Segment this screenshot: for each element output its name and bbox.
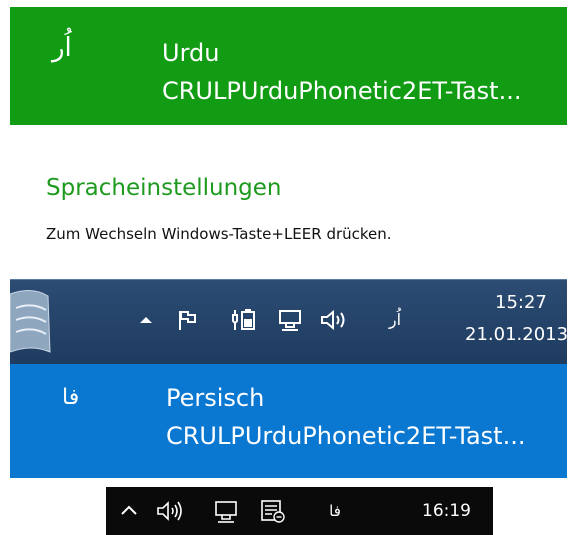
language-item-urdu[interactable]: اُر Urdu CRULPUrduPhonetic2ET-Tast... — [10, 7, 567, 125]
chevron-up-icon[interactable] — [116, 498, 142, 524]
input-language-indicator[interactable]: اُر — [380, 308, 410, 332]
action-center-flag-icon[interactable] — [176, 308, 198, 332]
clock-date[interactable]: 21.01.2013 — [465, 324, 568, 346]
switch-hint-text: Zum Wechseln Windows-Taste+LEER drücken. — [46, 225, 392, 243]
persian-language-name: Persisch — [166, 384, 265, 412]
taskbar-win10: فا 16:19 — [106, 487, 493, 535]
language-item-persian[interactable]: فا Persisch CRULPUrduPhonetic2ET-Tast... — [10, 364, 567, 478]
language-settings-link[interactable]: Spracheinstellungen — [46, 174, 282, 202]
urdu-language-name: Urdu — [162, 39, 220, 67]
taskbar-win8: اُر 15:27 21.01.2013 — [10, 279, 568, 364]
clock-time[interactable]: 16:19 — [422, 499, 471, 523]
network-icon[interactable] — [212, 498, 242, 524]
speaker-icon[interactable] — [318, 308, 350, 332]
urdu-keyboard-layout-name: CRULPUrduPhonetic2ET-Tast... — [162, 77, 522, 105]
start-orb-icon[interactable] — [10, 286, 54, 360]
input-language-indicator[interactable]: فا — [320, 498, 350, 524]
chevron-up-icon[interactable] — [136, 308, 156, 332]
persian-language-glyph: فا — [62, 385, 80, 410]
persian-keyboard-layout-name: CRULPUrduPhonetic2ET-Tast... — [166, 422, 526, 450]
notifications-icon[interactable] — [258, 498, 288, 524]
urdu-language-glyph: اُر — [52, 33, 72, 63]
power-battery-icon[interactable] — [228, 308, 258, 332]
speaker-icon[interactable] — [154, 498, 186, 524]
clock-time[interactable]: 15:27 — [495, 292, 547, 314]
network-icon[interactable] — [276, 308, 306, 332]
